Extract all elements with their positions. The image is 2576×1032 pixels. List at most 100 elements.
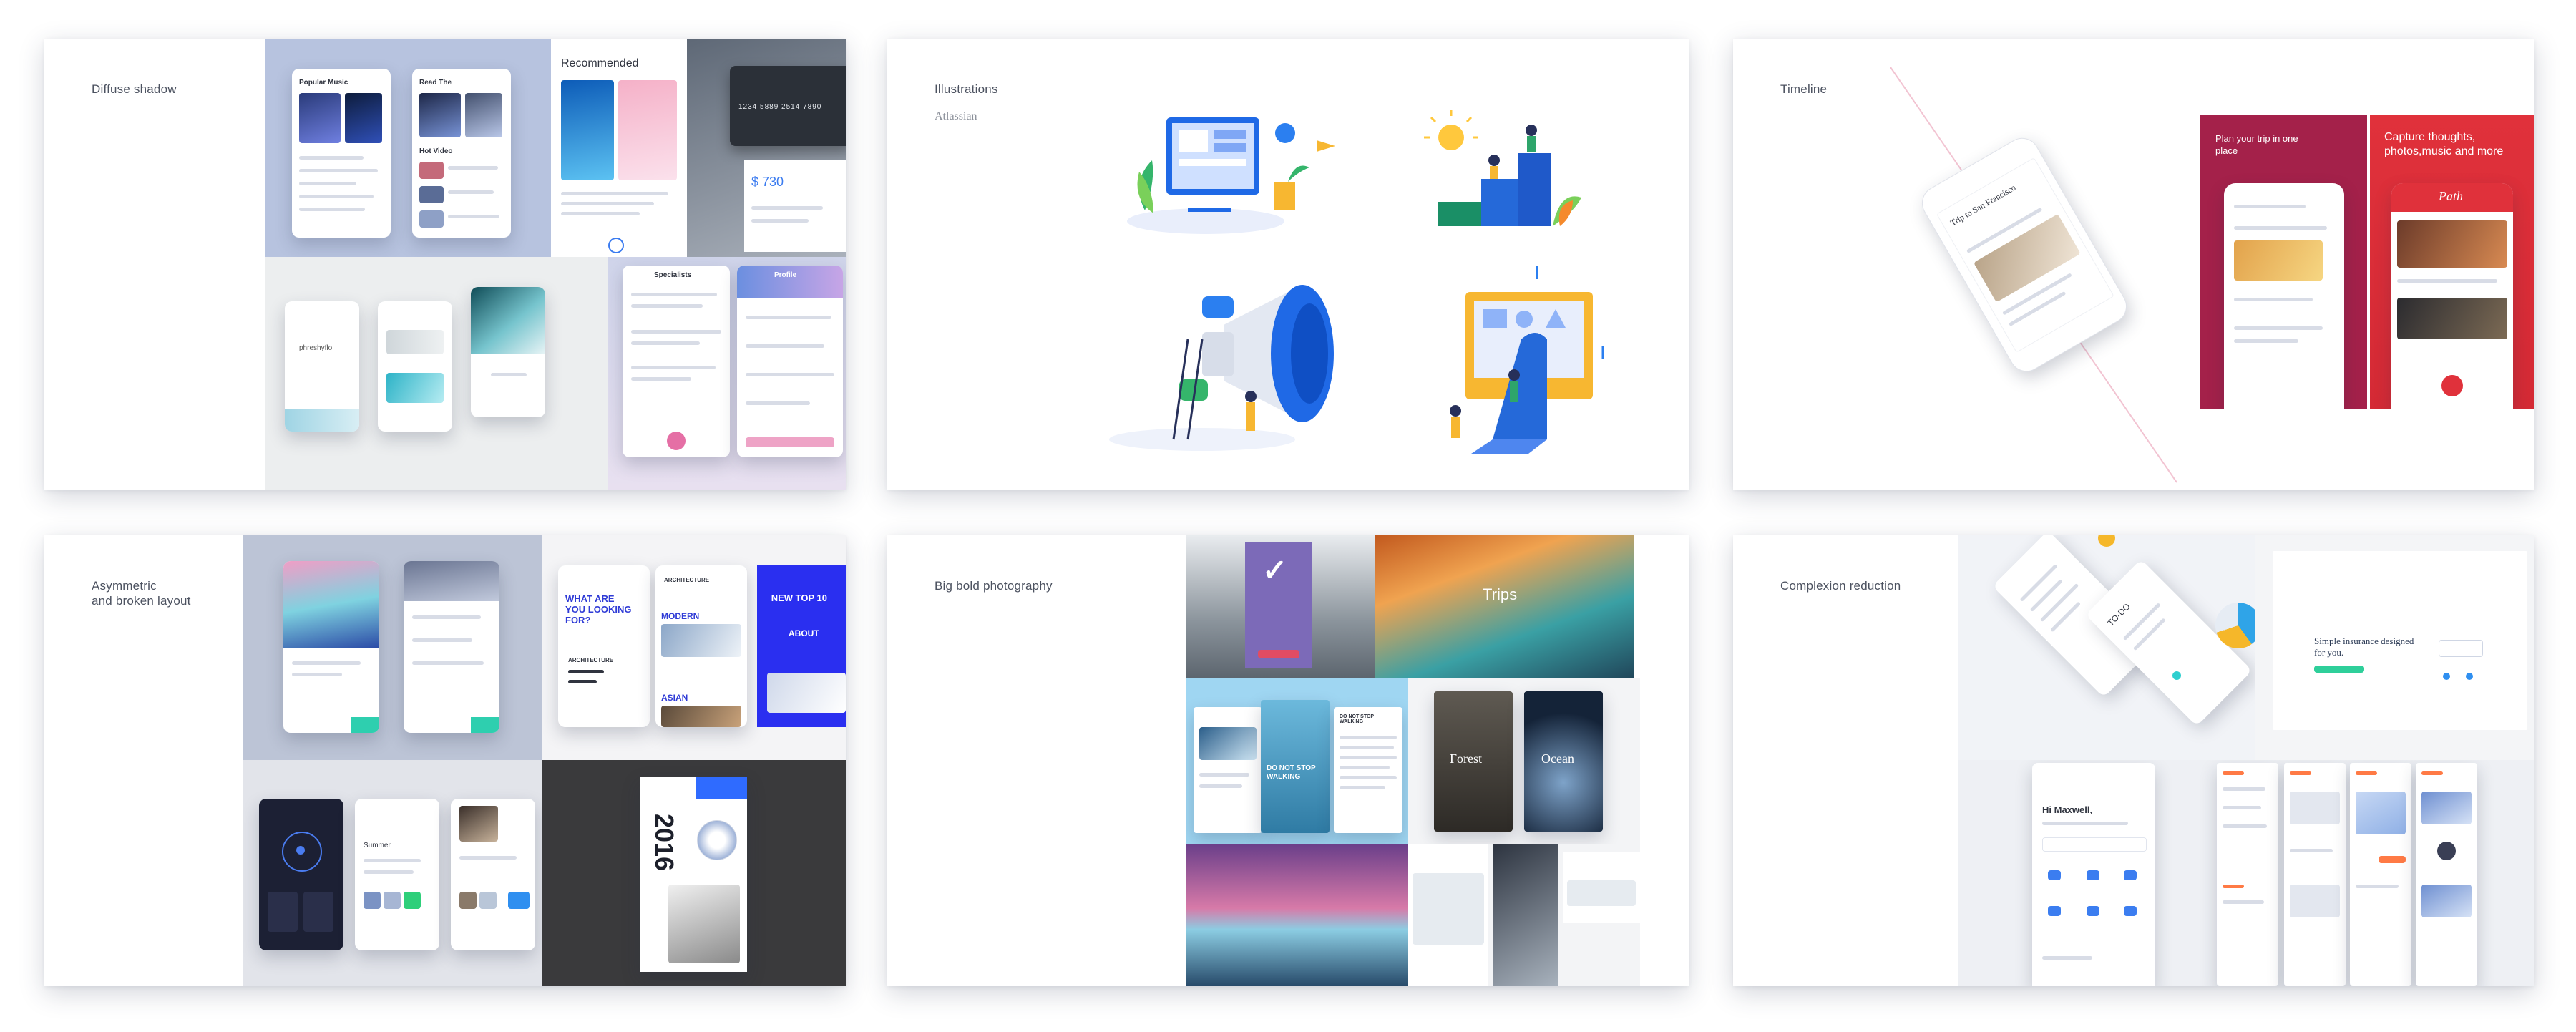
text-line — [746, 344, 824, 348]
card-title: Big bold photography — [935, 579, 1053, 593]
text-line — [631, 366, 716, 369]
card-timeline[interactable]: Timeline Trip to San Francisco Plan your… — [1733, 39, 2534, 490]
card-asymmetric-layout[interactable]: Asymmetric and broken layout WHAT ARE YO… — [44, 535, 846, 986]
shot-path-app: Capture thoughts, photos,music and more … — [2370, 115, 2534, 409]
illustrations-art — [1109, 110, 1604, 454]
phone-screen: Ocean — [1524, 691, 1603, 832]
text-line — [412, 638, 472, 642]
shot-label: Popular Music — [299, 79, 348, 87]
panel-headline: NEW TOP 10 — [771, 593, 827, 603]
text-line — [2008, 291, 2067, 327]
path-header: Path — [2391, 183, 2513, 212]
illustration-dot — [2466, 673, 2473, 680]
illustration-doorway — [1450, 266, 1604, 454]
portrait-photo — [459, 806, 498, 842]
price: $ 730 — [751, 175, 784, 189]
text-line — [561, 202, 654, 205]
list-accent — [2290, 771, 2311, 775]
map-area — [1413, 873, 1484, 945]
text-line — [364, 870, 414, 874]
profile-header — [737, 266, 843, 298]
phone-screen — [2284, 763, 2346, 986]
architecture-photo — [661, 706, 741, 727]
phone-screen: Forest — [1434, 691, 1513, 832]
text-line — [412, 661, 484, 665]
capture-headline: Capture thoughts, photos,music and more — [2384, 131, 2504, 157]
accent-block — [696, 777, 747, 799]
list-line — [299, 169, 378, 172]
trip-photo — [2234, 240, 2323, 281]
video-thumb — [419, 162, 444, 179]
photo-thumb — [384, 892, 401, 909]
section-label: ARCHITECTURE — [664, 577, 710, 583]
list-accent — [2223, 885, 2244, 888]
list-accent — [2223, 771, 2244, 775]
article-photo — [1199, 727, 1257, 760]
dial-center — [296, 846, 305, 855]
list-line — [299, 156, 364, 160]
illustration-dot — [2443, 673, 2450, 680]
text-line — [746, 373, 834, 376]
list-accent — [2421, 771, 2443, 775]
text-line — [2234, 226, 2327, 230]
trip-title: Trip to San Francisco — [1948, 182, 2018, 228]
phone-screen — [471, 287, 545, 417]
shot-architecture-app: WHAT ARE YOU LOOKING FOR? ARCHITECTURE A… — [542, 535, 846, 760]
text-line — [2223, 806, 2261, 809]
photo-thumb — [2290, 792, 2340, 824]
shot-music-app: Popular Music Read The Hot Video — [265, 39, 551, 257]
text-line — [2019, 563, 2058, 603]
phone-screen — [378, 301, 452, 432]
architecture-photo — [767, 673, 846, 713]
shot-specialists: Specialists Profile — [608, 257, 846, 490]
text-line — [561, 212, 640, 215]
hero-title: Trips — [1483, 585, 1518, 603]
map-screen — [1408, 844, 1488, 986]
sketch-art — [668, 885, 740, 963]
phone-screen — [404, 561, 499, 733]
illustration-stairs — [1424, 110, 1581, 226]
text-line — [631, 341, 700, 345]
list-line — [448, 166, 498, 170]
add-button — [2441, 375, 2463, 396]
tile-icon — [2087, 870, 2099, 880]
phone-screen: Profile — [737, 266, 843, 457]
card-diffuse-shadow[interactable]: Diffuse shadow Popular Music Read The Ho… — [44, 39, 846, 490]
photo-thumb — [364, 892, 381, 909]
article-headline: DO NOT STOP WALKING — [1267, 764, 1316, 781]
text-line — [2223, 824, 2267, 828]
text-line — [292, 661, 361, 665]
player-button — [608, 238, 624, 253]
card-complexion-reduction[interactable]: Complexion reduction TO-DO Simple insura… — [1733, 535, 2534, 986]
recommended-image — [561, 80, 614, 180]
insurance-headline: Simple insurance designed for you. — [2314, 636, 2414, 658]
crystal-photo — [2356, 792, 2406, 834]
illustration-computer — [1127, 117, 1335, 234]
phone-screen: Path — [2391, 183, 2513, 409]
article-headline: DO NOT STOP WALKING — [1340, 714, 1374, 724]
phone-screen: Summer — [355, 799, 439, 950]
card-big-bold-photography[interactable]: Big bold photography ✓ Trips DO NOT STOP… — [887, 535, 1689, 986]
feed-photo — [2397, 298, 2507, 339]
phone-screen: Specialists — [623, 266, 730, 457]
shot-forest-ocean: Forest Ocean — [1408, 678, 1640, 844]
text-line — [2039, 583, 2079, 623]
search-bar — [2042, 837, 2147, 852]
map-screen — [1563, 852, 1640, 923]
text-line — [2234, 298, 2313, 301]
photo-thumb — [386, 330, 444, 354]
action-button — [667, 432, 686, 450]
text-line — [2042, 822, 2128, 825]
video-thumb — [419, 186, 444, 203]
cta-button — [1258, 650, 1299, 658]
card-visual: 1234 5889 2514 7890 — [730, 66, 846, 146]
shot-insurance-landing: Simple insurance designed for you. — [2255, 535, 2534, 760]
phone-screen — [2224, 183, 2344, 409]
architecture-photo — [661, 624, 741, 657]
photo-thumb — [2290, 885, 2340, 917]
text-line — [292, 673, 342, 676]
text-line — [2234, 326, 2323, 330]
card-illustrations[interactable]: Illustrations Atlassian — [887, 39, 1689, 490]
mini-card — [303, 892, 333, 932]
payment-panel: $ 730 — [744, 160, 846, 252]
